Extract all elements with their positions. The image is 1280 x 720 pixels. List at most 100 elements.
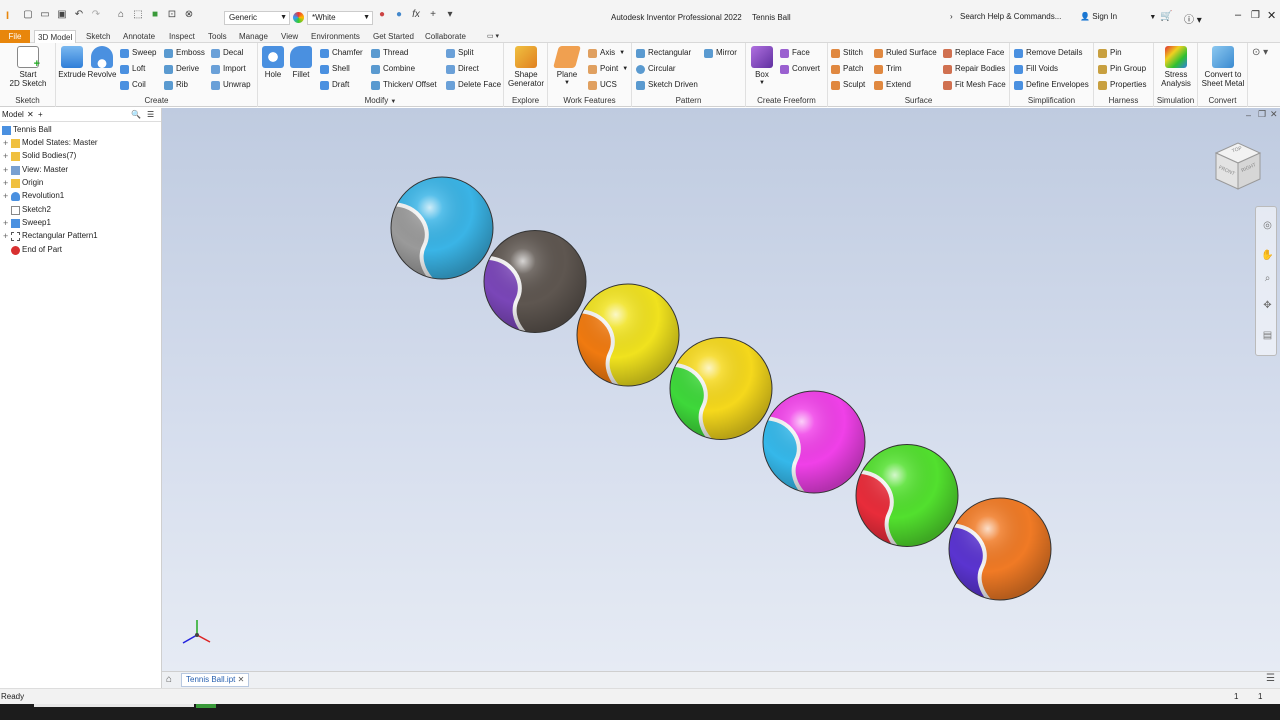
tree-node-end-of-part[interactable]: End of Part — [11, 244, 62, 256]
doc-tab-close-icon[interactable]: ✕ — [238, 675, 245, 684]
draft-button[interactable]: Draft — [320, 79, 349, 91]
circular-pattern-button[interactable]: Circular — [636, 63, 676, 75]
stress-analysis-button[interactable]: Stress Analysis — [1156, 46, 1196, 88]
home-tab-icon[interactable]: ⌂ — [166, 674, 172, 685]
clear-icon[interactable]: ● — [393, 9, 405, 20]
properties-button[interactable]: Properties — [1098, 79, 1146, 91]
browser-menu-icon[interactable]: ☰ — [147, 108, 154, 122]
tennis-ball[interactable] — [753, 390, 866, 503]
decal-button[interactable]: Decal — [211, 47, 243, 59]
adjust-icon[interactable]: ● — [376, 9, 388, 20]
tree-node-revolution1[interactable]: + Revolution1 — [3, 190, 64, 202]
coil-button[interactable]: Coil — [120, 79, 146, 91]
expand-icon[interactable]: + — [3, 217, 9, 229]
ribbon-expand-icon[interactable]: ⊙ ▾ — [1252, 47, 1268, 58]
fx-icon[interactable]: fx — [410, 9, 422, 20]
plus-icon[interactable]: + — [427, 9, 439, 20]
box-button[interactable]: Box ▼ — [749, 46, 775, 88]
doc-tabs-menu-icon[interactable]: ☰ — [1266, 673, 1275, 684]
loft-button[interactable]: Loft — [120, 63, 145, 75]
save-icon[interactable]: ▣ — [56, 9, 68, 20]
convert-freeform-button[interactable]: Convert — [780, 63, 820, 75]
tab-get-started[interactable]: Get Started — [370, 30, 417, 43]
tree-node-model-states[interactable]: + Model States: Master — [3, 137, 98, 149]
face-button[interactable]: Face — [780, 47, 810, 59]
expand-icon[interactable]: + — [3, 164, 9, 176]
tab-file[interactable]: File — [0, 30, 30, 43]
unwrap-button[interactable]: Unwrap — [211, 79, 251, 91]
home-icon[interactable]: ⌂ — [115, 9, 127, 20]
browser-close-icon[interactable]: ✕ — [27, 108, 34, 122]
tennis-ball[interactable] — [660, 337, 773, 450]
fit-mesh-face-button[interactable]: Fit Mesh Face — [943, 79, 1006, 91]
sketch-driven-button[interactable]: Sketch Driven — [636, 79, 698, 91]
undo-icon[interactable]: ↶ — [73, 9, 85, 20]
viewport-minimize-icon[interactable]: – — [1246, 110, 1251, 120]
tab-collaborate[interactable]: Collaborate — [422, 30, 469, 43]
expand-icon[interactable]: + — [3, 230, 9, 242]
remove-details-button[interactable]: Remove Details — [1014, 47, 1082, 59]
viewport-close-icon[interactable]: ✕ — [1270, 109, 1278, 120]
tab-annotate[interactable]: Annotate — [120, 30, 158, 43]
ribbon-options-icon[interactable]: ▭ ▾ — [484, 30, 502, 43]
extrude-button[interactable]: Extrude — [57, 46, 87, 79]
tab-inspect[interactable]: Inspect — [166, 30, 198, 43]
define-envelopes-button[interactable]: Define Envelopes — [1014, 79, 1089, 91]
redo-icon[interactable]: ↷ — [90, 9, 102, 20]
axis-button[interactable]: Axis ▼ — [588, 47, 625, 59]
viewcube[interactable]: TOP FRONT RIGHT — [1212, 141, 1262, 193]
material-icon[interactable]: ⊗ — [183, 9, 195, 20]
update-icon[interactable]: ■ — [149, 9, 161, 20]
start-2d-sketch-button[interactable]: + Start 2D Sketch — [8, 46, 48, 88]
select-icon[interactable]: ⬚ — [132, 9, 144, 20]
shell-button[interactable]: Shell — [320, 63, 350, 75]
tree-node-sketch2[interactable]: Sketch2 — [11, 204, 51, 216]
tab-3d-model[interactable]: 3D Model — [34, 30, 77, 43]
tree-node-view-master[interactable]: + View: Master — [3, 164, 68, 176]
thread-button[interactable]: Thread — [371, 47, 408, 59]
tab-sketch[interactable]: Sketch — [83, 30, 113, 43]
close-button[interactable]: ✕ — [1267, 9, 1276, 22]
combine-button[interactable]: Combine — [371, 63, 415, 75]
split-button[interactable]: Split — [446, 47, 474, 59]
browser-add-icon[interactable]: + — [38, 108, 43, 122]
derive-button[interactable]: Derive — [164, 63, 199, 75]
model-canvas[interactable] — [162, 108, 1280, 671]
tennis-ball[interactable] — [939, 497, 1052, 610]
ucs-button[interactable]: UCS — [588, 79, 617, 91]
pin-group-button[interactable]: Pin Group — [1098, 63, 1146, 75]
restore-button[interactable]: ❐ — [1251, 10, 1260, 21]
fill-voids-button[interactable]: Fill Voids — [1014, 63, 1058, 75]
direct-button[interactable]: Direct — [446, 63, 479, 75]
cart-icon[interactable]: 🛒 — [1160, 11, 1172, 22]
tennis-ball[interactable] — [474, 230, 587, 343]
browser-search-icon[interactable]: 🔍 — [131, 108, 141, 122]
rib-button[interactable]: Rib — [164, 79, 188, 91]
tree-node-rectangular-pattern1[interactable]: + Rectangular Pattern1 — [3, 230, 98, 242]
panel-label-modify[interactable]: Modify ▼ — [258, 96, 503, 105]
stitch-button[interactable]: Stitch — [831, 47, 863, 59]
new-icon[interactable]: ▢ — [22, 9, 34, 20]
tennis-ball[interactable] — [846, 444, 959, 557]
shape-generator-button[interactable]: Shape Generator — [506, 46, 546, 88]
rectangular-pattern-button[interactable]: Rectangular — [636, 47, 691, 59]
taskbar-app-icon[interactable] — [196, 704, 216, 708]
minimize-button[interactable]: – — [1235, 9, 1241, 21]
pin-button[interactable]: Pin — [1098, 47, 1122, 59]
fillet-button[interactable]: Fillet — [288, 46, 314, 79]
point-button[interactable]: Point ▼ — [588, 63, 628, 75]
viewport-restore-icon[interactable]: ❐ — [1258, 109, 1266, 120]
help-icon[interactable]: ⓘ ▾ — [1184, 11, 1202, 26]
tennis-ball[interactable] — [381, 176, 494, 289]
sculpt-button[interactable]: Sculpt — [831, 79, 865, 91]
plane-button[interactable]: Plane ▼ — [552, 46, 582, 88]
hole-button[interactable]: Hole — [260, 46, 286, 79]
tree-node-tennis-ball[interactable]: Tennis Ball — [2, 124, 52, 136]
search-input[interactable]: Search Help & Commands... — [956, 11, 1076, 25]
revolve-button[interactable]: Revolve — [87, 46, 117, 79]
thicken-offset-button[interactable]: Thicken/ Offset — [371, 79, 437, 91]
repair-bodies-button[interactable]: Repair Bodies — [943, 63, 1005, 75]
trim-button[interactable]: Trim — [874, 63, 902, 75]
tab-view[interactable]: View — [278, 30, 301, 43]
doc-tab-tennis-ball[interactable]: Tennis Ball.ipt ✕ — [181, 673, 250, 687]
